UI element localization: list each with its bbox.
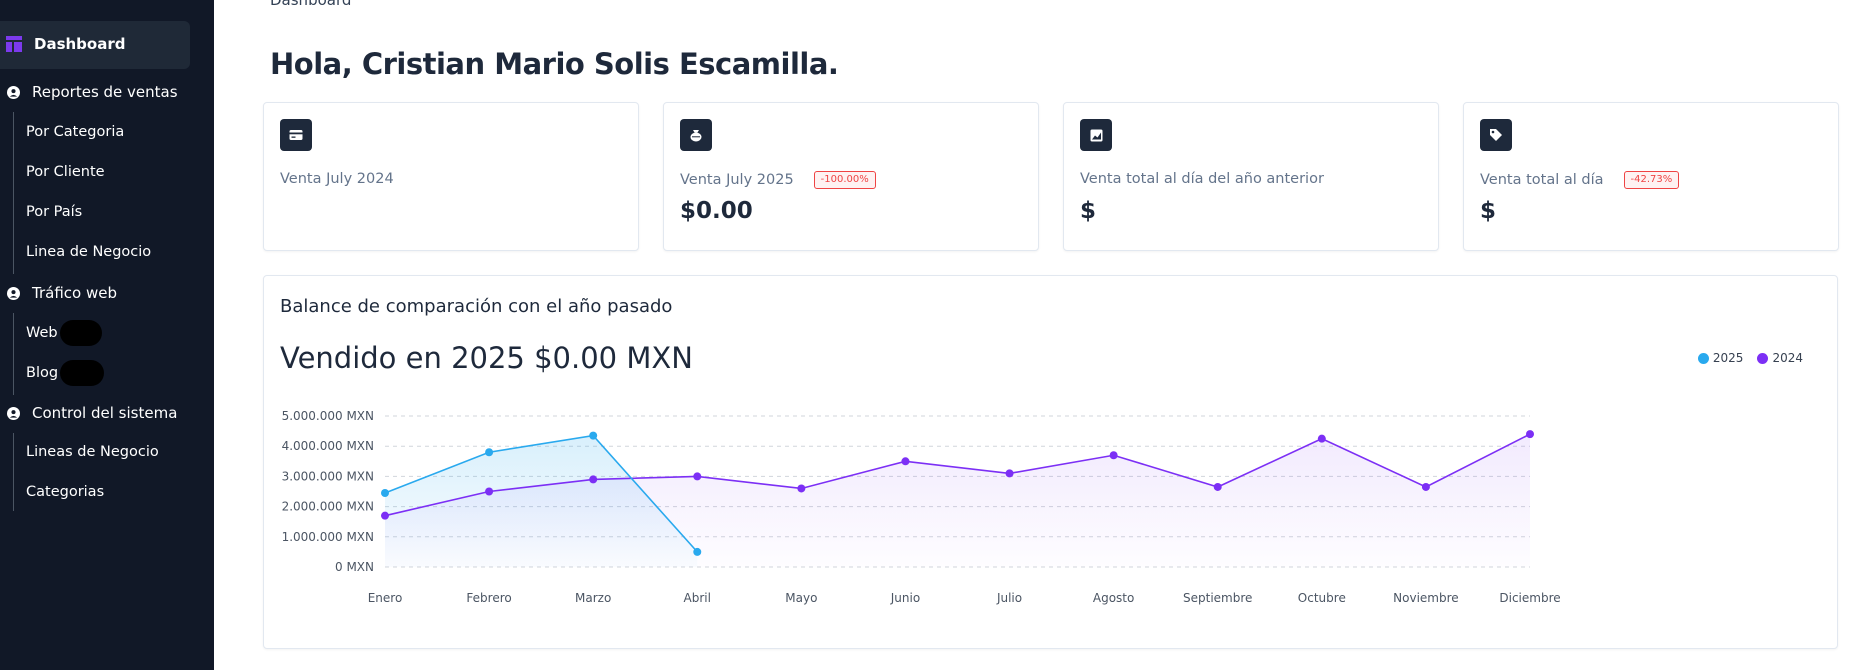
tag-icon xyxy=(1480,119,1512,151)
sidebar-item-lineas-de-negocio[interactable]: Lineas de Negocio xyxy=(26,444,159,460)
x-tick-label: Mayo xyxy=(785,591,817,605)
y-tick-label: 3.000.000 MXN xyxy=(282,469,374,483)
y-tick-label: 5.000.000 MXN xyxy=(282,409,374,423)
sidebar-section-label: Reportes de ventas xyxy=(32,83,178,101)
data-point-2024[interactable] xyxy=(1213,482,1222,491)
x-tick-label: Marzo xyxy=(575,591,611,605)
sidebar-item-por-cliente[interactable]: Por Cliente xyxy=(26,164,105,180)
stat-label-text: Venta July 2024 xyxy=(280,171,394,187)
redaction-blob xyxy=(59,320,102,346)
stat-card-venta-anterior: Venta total al día del año anterior $ xyxy=(1063,102,1439,251)
data-point-2024[interactable] xyxy=(1526,430,1534,439)
tree-line xyxy=(13,313,14,395)
sidebar-item-categorias[interactable]: Categorias xyxy=(26,484,104,500)
stat-value: $ xyxy=(1080,198,1097,224)
sidebar-item-label: Web xyxy=(26,325,58,341)
sidebar-section-trafico-web[interactable]: Tráfico web xyxy=(7,284,117,302)
sidebar-item-por-pais[interactable]: Por País xyxy=(26,204,82,220)
stat-label-text: Venta total al día xyxy=(1480,172,1604,188)
stat-label-text: Venta July 2025 xyxy=(680,172,794,188)
sidebar-section-reportes[interactable]: Reportes de ventas xyxy=(7,83,178,101)
series-area-2025 xyxy=(385,435,698,567)
x-tick-label: Noviembre xyxy=(1393,591,1459,605)
y-tick-label: 2.000.000 MXN xyxy=(282,500,374,514)
user-circle-icon xyxy=(7,85,20,99)
sidebar-item-label: Blog xyxy=(26,365,59,381)
stat-label-text: Venta total al día del año anterior xyxy=(1080,171,1324,187)
x-tick-label: Julio xyxy=(996,591,1022,605)
data-point-2024[interactable] xyxy=(797,484,806,493)
data-point-2024[interactable] xyxy=(381,511,389,520)
y-tick-label: 0 MXN xyxy=(335,560,374,574)
sidebar-item-label: Lineas de Negocio xyxy=(26,444,159,460)
sidebar-item-web[interactable]: Web xyxy=(26,320,102,346)
user-circle-icon xyxy=(7,406,20,420)
sidebar-item-blog[interactable]: Blog xyxy=(26,360,105,386)
sidebar-item-label: Linea de Negocio xyxy=(26,244,152,260)
sidebar-item-label: Por País xyxy=(26,204,83,220)
chart-area-icon xyxy=(1080,119,1112,151)
sidebar-item-por-categoria[interactable]: Por Categoria xyxy=(26,124,124,140)
data-point-2024[interactable] xyxy=(589,475,598,484)
money-bag-icon xyxy=(680,119,712,151)
sidebar-item-label: Categorias xyxy=(26,484,105,500)
stat-label: Venta July 2024 xyxy=(280,171,394,187)
sidebar-item-linea-de-negocio[interactable]: Linea de Negocio xyxy=(26,244,151,260)
data-point-2025[interactable] xyxy=(693,547,702,556)
data-point-2025[interactable] xyxy=(589,431,598,440)
x-tick-label: Febrero xyxy=(466,591,511,605)
credit-card-icon xyxy=(280,119,312,151)
y-tick-label: 1.000.000 MXN xyxy=(282,530,374,544)
stat-card-venta-2025: Venta July 2025 -100.00% $0.00 xyxy=(663,102,1039,251)
chart-card: Balance de comparación con el año pasado… xyxy=(263,275,1838,649)
stat-label: Venta total al día del año anterior xyxy=(1080,171,1324,187)
user-circle-icon xyxy=(7,286,20,300)
tree-line xyxy=(13,433,14,511)
area-chart: 0 MXN 1.000.000 MXN 2.000.000 MXN 3.000.000… xyxy=(282,409,1561,605)
x-tick-label: Agosto xyxy=(1093,591,1134,605)
data-point-2024[interactable] xyxy=(1109,451,1118,460)
x-tick-label: Junio xyxy=(890,591,920,605)
sidebar-section-label: Control del sistema xyxy=(32,404,178,422)
dashboard-icon xyxy=(6,36,22,52)
stat-card-venta-dia: Venta total al día -42.73% $ xyxy=(1463,102,1839,251)
stat-value: $ xyxy=(1480,198,1497,224)
sidebar-section-control-sistema[interactable]: Control del sistema xyxy=(7,404,177,422)
stat-value: $0.00 xyxy=(680,198,753,224)
data-point-2025[interactable] xyxy=(485,448,494,457)
x-tick-label: Septiembre xyxy=(1183,591,1252,605)
x-tick-label: Diciembre xyxy=(1499,591,1560,605)
tree-line xyxy=(13,112,14,274)
stat-label: Venta July 2025 -100.00% xyxy=(680,171,876,189)
data-point-2024[interactable] xyxy=(485,487,494,496)
x-tick-label: Enero xyxy=(368,591,403,605)
y-tick-label: 4.000.000 MXN xyxy=(282,439,374,453)
data-point-2024[interactable] xyxy=(1317,434,1326,443)
sidebar-item-label: Dashboard xyxy=(34,35,126,53)
page-title: Hola, Cristian Mario Solis Escamilla. xyxy=(270,47,839,81)
stat-card-venta-2024: Venta July 2024 xyxy=(263,102,639,251)
data-point-2025[interactable] xyxy=(381,489,389,498)
change-badge: -100.00% xyxy=(813,171,876,189)
sidebar-item-dashboard[interactable]: Dashboard xyxy=(6,35,125,53)
sidebar-item-label: Por Categoria xyxy=(26,124,125,140)
data-point-2024[interactable] xyxy=(1421,482,1430,491)
data-point-2024[interactable] xyxy=(1005,469,1014,478)
sidebar: Dashboard Reportes de ventas Por Categor… xyxy=(0,0,214,670)
x-tick-label: Abril xyxy=(684,591,711,605)
data-point-2024[interactable] xyxy=(901,457,910,466)
stat-label: Venta total al día -42.73% xyxy=(1480,171,1680,189)
x-tick-label: Octubre xyxy=(1298,591,1346,605)
breadcrumb: Dashboard xyxy=(270,0,352,9)
change-badge: -42.73% xyxy=(1623,171,1680,189)
data-point-2024[interactable] xyxy=(693,472,702,481)
sidebar-section-label: Tráfico web xyxy=(32,284,117,302)
redaction-blob xyxy=(60,360,105,386)
sidebar-item-label: Por Cliente xyxy=(26,164,105,180)
